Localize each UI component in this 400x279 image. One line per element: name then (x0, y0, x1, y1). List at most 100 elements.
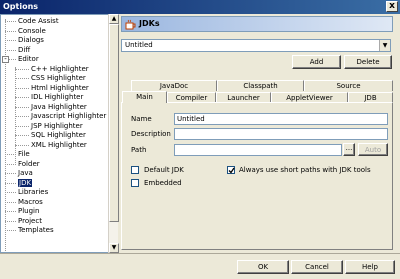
footer-divider (0, 253, 400, 254)
tree-item-c-highlighter[interactable]: C++ Highlighter (31, 64, 89, 74)
tree-item-folder[interactable]: Folder (18, 159, 40, 169)
delete-button[interactable]: Delete (344, 55, 392, 69)
tree-item-label: JSP Highlighter (31, 121, 83, 130)
tree-item-label: Templates (18, 226, 54, 234)
tree-item-javascript-highlighter[interactable]: Javascript Highlighter (31, 111, 106, 121)
tree-item-css-highlighter[interactable]: CSS Highlighter (31, 73, 86, 83)
window-title: Options (3, 2, 39, 11)
tree-item-label: Java Highlighter (31, 102, 87, 111)
chevron-down-icon[interactable]: ▼ (379, 40, 390, 51)
tree-item-label: File (18, 150, 30, 158)
tree-item-label: C++ Highlighter (31, 64, 89, 73)
tree-item-label: Console (18, 26, 46, 35)
section-header: JDKs (121, 16, 393, 32)
cancel-button[interactable]: Cancel (291, 260, 343, 274)
tree-item-label: Macros (18, 197, 43, 206)
scroll-up-icon[interactable]: ▲ (109, 14, 119, 24)
tree-connector (15, 67, 16, 163)
options-tree: Code Assist Console Dialogs Diff Editor - C++ … (0, 14, 118, 253)
embedded-label: Embedded (144, 179, 182, 187)
tree-connector (5, 211, 16, 212)
tree-item-label: Java (18, 169, 33, 177)
tree-item-editor[interactable]: Editor (18, 54, 39, 64)
tree-connector (5, 19, 6, 251)
tree-item-jdk[interactable]: JDK (18, 178, 33, 188)
tree-item-label: Editor (18, 55, 39, 63)
tab-main[interactable]: Main (122, 91, 167, 103)
browse-button[interactable]: ... (343, 143, 355, 156)
tree-item-label: XML Highlighter (31, 140, 87, 149)
tree-connector (5, 154, 16, 155)
scroll-thumb[interactable] (109, 24, 119, 222)
tree-item-xml-highlighter[interactable]: XML Highlighter (31, 140, 87, 150)
tree-item-macros[interactable]: Macros (18, 197, 43, 207)
tree-item-project[interactable]: Project (18, 216, 42, 226)
tree-item-html-highlighter[interactable]: Html Highlighter (31, 83, 89, 93)
tree-connector (15, 87, 29, 89)
tree-connector (5, 163, 16, 165)
short-paths-checkbox[interactable] (227, 166, 235, 174)
tree-item-java[interactable]: Java (18, 168, 33, 178)
tree-connector (5, 220, 16, 222)
tree-connector (15, 144, 29, 146)
default-jdk-checkbox[interactable] (131, 166, 139, 174)
main-tab-panel: Name Untitled Description Path ... Auto … (121, 102, 393, 250)
add-button[interactable]: Add (292, 55, 341, 69)
path-label: Path (131, 146, 147, 154)
tree-item-diff[interactable]: Diff (18, 45, 30, 55)
tree-item-label: SQL Highlighter (31, 131, 86, 139)
tree-connector (15, 135, 29, 136)
tree-item-label: Project (18, 216, 42, 225)
path-field[interactable] (174, 144, 342, 156)
tree-item-label: Diff (18, 45, 31, 54)
tree-connector (5, 230, 16, 231)
tree-item-sql-highlighter[interactable]: SQL Highlighter (31, 130, 86, 140)
section-title: JDKs (139, 19, 160, 28)
tree-item-file[interactable]: File (18, 149, 30, 159)
tree-connector (5, 182, 16, 184)
tree-item-label: Plugin (18, 207, 40, 215)
tree-item-label: Folder (18, 159, 40, 168)
tree-item-java-highlighter[interactable]: Java Highlighter (31, 102, 87, 112)
jdk-select-value: Untitled (125, 41, 153, 49)
tree-connector (15, 106, 29, 108)
options-dialog: Options x Code Assist Console Dialogs Diff E… (0, 0, 400, 279)
auto-button[interactable]: Auto (358, 143, 388, 156)
tree-connector (15, 116, 29, 117)
tree-item-jsp-highlighter[interactable]: JSP Highlighter (31, 121, 83, 131)
close-icon[interactable]: x (386, 1, 398, 12)
tree-item-label: CSS Highlighter (31, 74, 86, 82)
name-field[interactable]: Untitled (174, 113, 388, 125)
tree-item-label: Html Highlighter (31, 83, 89, 92)
tree-item-label: Javascript Highlighter (31, 112, 107, 120)
tree-connector (15, 78, 29, 79)
ok-button[interactable]: OK (237, 260, 289, 274)
description-field[interactable] (174, 128, 388, 140)
tab-javadoc[interactable]: JavaDoc (131, 80, 217, 91)
default-jdk-label: Default JDK (144, 166, 184, 174)
tree-item-plugin[interactable]: Plugin (18, 206, 39, 216)
tab-source[interactable]: Source (304, 80, 393, 91)
tree-item-idl-highlighter[interactable]: IDL Highlighter (31, 92, 83, 102)
tree-item-label: Libraries (18, 188, 49, 196)
tree-item-templates[interactable]: Templates (18, 225, 54, 235)
collapse-icon[interactable]: - (2, 55, 9, 63)
checkmark-icon (228, 167, 235, 174)
jdk-select[interactable]: Untitled ▼ (121, 39, 391, 52)
tree-item-code-assist[interactable]: Code Assist (18, 16, 59, 26)
tree-item-libraries[interactable]: Libraries (18, 187, 48, 197)
tree-scrollbar[interactable]: ▲ ▼ (108, 14, 119, 253)
scroll-down-icon[interactable]: ▼ (109, 243, 119, 253)
tree-item-dialogs[interactable]: Dialogs (18, 35, 44, 45)
description-label: Description (131, 130, 171, 138)
embedded-checkbox[interactable] (131, 179, 139, 187)
tree-item-label: Code Assist (18, 17, 59, 25)
tree-item-label: JDK (18, 178, 33, 187)
help-button[interactable]: Help (345, 260, 395, 274)
tree-item-console[interactable]: Console (18, 26, 46, 36)
tree-connector (15, 125, 29, 127)
tab-classpath[interactable]: Classpath (217, 80, 304, 91)
tree-connector (15, 68, 29, 70)
tree-connector (5, 21, 16, 22)
title-bar: Options x (0, 0, 400, 14)
